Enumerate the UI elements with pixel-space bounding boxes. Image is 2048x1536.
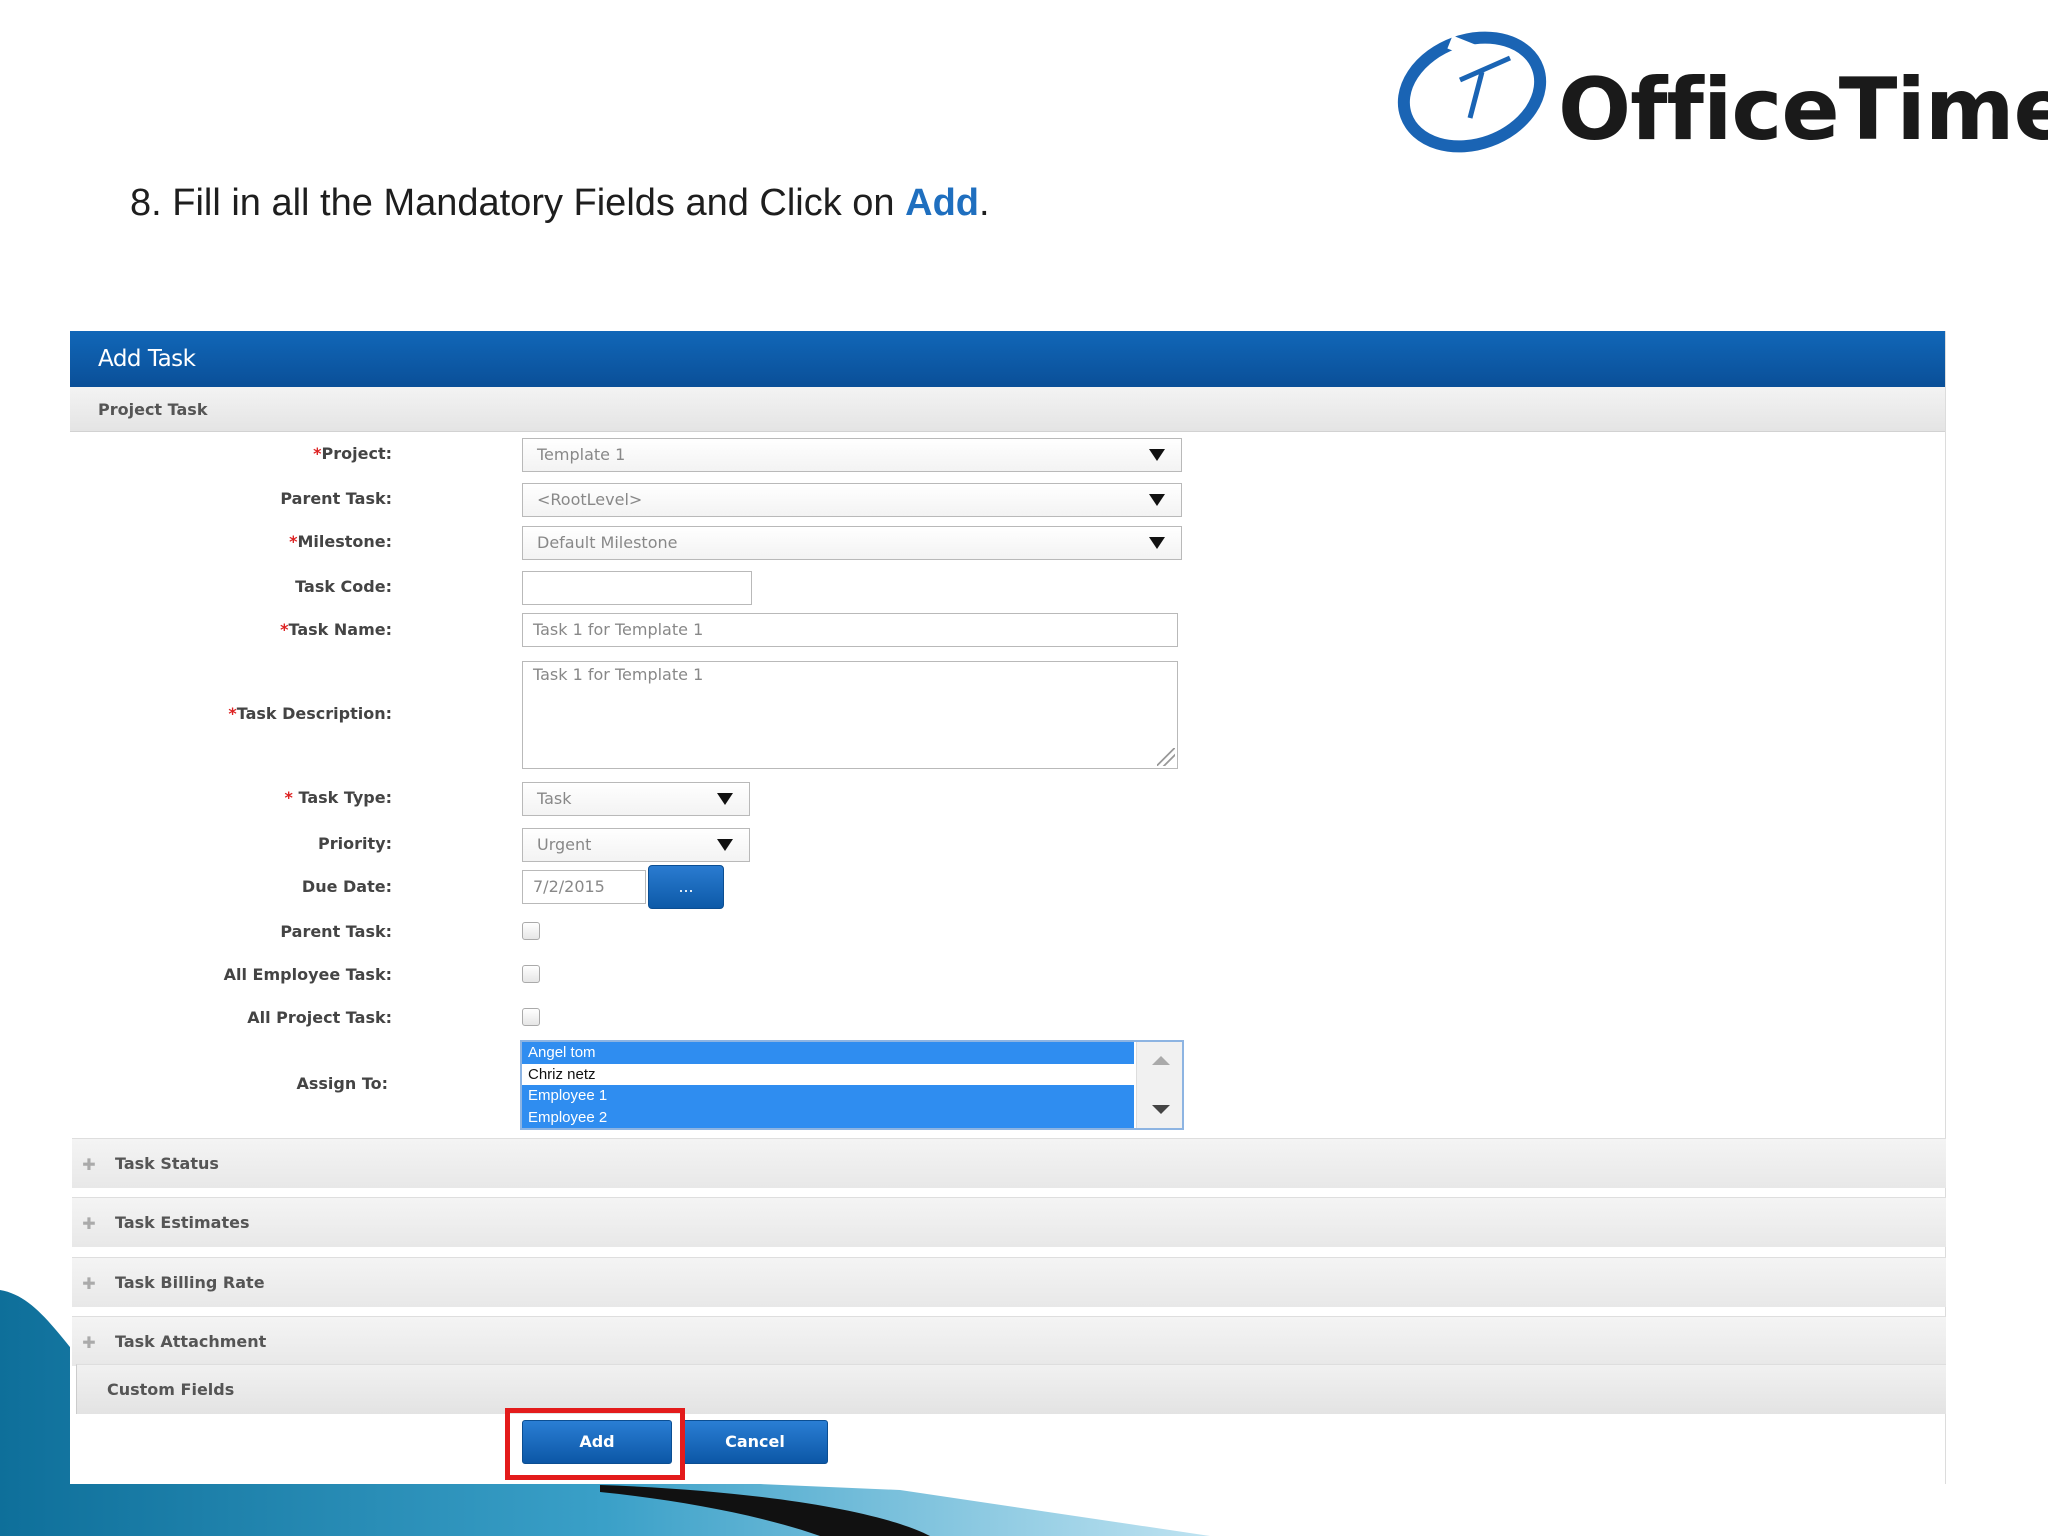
- expand-icon[interactable]: ✚: [80, 1334, 98, 1352]
- section-task-estimates[interactable]: ✚ Task Estimates: [72, 1197, 1946, 1247]
- priority-label: Priority:: [318, 834, 392, 853]
- section-title: Task Status: [115, 1154, 219, 1173]
- cancel-button[interactable]: Cancel: [682, 1420, 828, 1464]
- required-marker: *: [284, 788, 293, 807]
- due-date-input[interactable]: 7/2/2015: [522, 870, 646, 904]
- priority-select[interactable]: Urgent: [522, 828, 750, 862]
- assign-to-label: Assign To:: [296, 1074, 388, 1093]
- task-description-label-text: Task Description:: [236, 704, 392, 723]
- task-name-label: *Task Name:: [280, 620, 392, 639]
- date-picker-button[interactable]: ...: [648, 865, 724, 909]
- required-marker: *: [313, 444, 322, 463]
- task-name-input[interactable]: Task 1 for Template 1: [522, 613, 1178, 647]
- due-date-label: Due Date:: [302, 877, 392, 896]
- assign-to-label-text: Assign To:: [296, 1074, 388, 1093]
- panel-title: Add Task: [70, 331, 1945, 387]
- all-project-task-checkbox[interactable]: [522, 1008, 540, 1026]
- scroll-up-icon[interactable]: [1152, 1056, 1170, 1065]
- expand-icon[interactable]: ✚: [80, 1215, 98, 1233]
- dropdown-arrow-icon: [717, 839, 733, 851]
- task-code-label: Task Code:: [295, 577, 392, 596]
- logo-text: OfficeTimer: [1558, 60, 2048, 160]
- section-task-status[interactable]: ✚ Task Status: [72, 1138, 1946, 1188]
- parent-task-label-text: Parent Task:: [280, 489, 392, 508]
- all-project-task-label-text: All Project Task:: [247, 1008, 392, 1027]
- dropdown-arrow-icon: [717, 793, 733, 805]
- expand-icon[interactable]: ✚: [80, 1156, 98, 1174]
- task-description-label: *Task Description:: [228, 704, 392, 723]
- list-option[interactable]: Employee 2: [522, 1106, 1134, 1128]
- section-title: Custom Fields: [107, 1380, 235, 1399]
- parent-task-checkbox[interactable]: [522, 922, 540, 940]
- section-task-attachment[interactable]: ✚ Task Attachment: [72, 1316, 1946, 1366]
- due-date-value: 7/2/2015: [533, 877, 605, 896]
- all-employee-task-checkbox[interactable]: [522, 965, 540, 983]
- list-option[interactable]: Angel tom: [522, 1042, 1134, 1064]
- section-task-billing-rate[interactable]: ✚ Task Billing Rate: [72, 1257, 1946, 1307]
- task-name-value: Task 1 for Template 1: [533, 620, 704, 639]
- resize-handle-icon[interactable]: [1157, 748, 1175, 766]
- all-employee-task-label: All Employee Task:: [224, 965, 392, 984]
- due-date-label-text: Due Date:: [301, 877, 392, 896]
- add-task-panel: Add Task Project Task *Project: Template…: [70, 331, 1946, 1484]
- priority-label-text: Priority:: [318, 834, 392, 853]
- section-custom-fields[interactable]: Custom Fields: [76, 1364, 1946, 1414]
- scroll-down-icon[interactable]: [1152, 1105, 1170, 1114]
- parent-task-checkbox-label: Parent Task:: [280, 922, 392, 941]
- listbox-scrollbar[interactable]: [1136, 1042, 1182, 1128]
- task-type-label: * Task Type:: [285, 788, 392, 807]
- panel-subtitle: Project Task: [70, 387, 1945, 432]
- project-select[interactable]: Template 1: [522, 438, 1182, 472]
- milestone-label: *Milestone:: [289, 532, 392, 551]
- task-code-label-text: Task Code:: [295, 577, 392, 596]
- all-employee-task-label-text: All Employee Task:: [223, 965, 392, 984]
- milestone-select[interactable]: Default Milestone: [522, 526, 1182, 560]
- priority-value: Urgent: [537, 835, 592, 854]
- parent-task-select[interactable]: <RootLevel>: [522, 483, 1182, 517]
- section-title: Task Billing Rate: [115, 1273, 265, 1292]
- required-marker: *: [280, 620, 289, 639]
- section-title: Task Estimates: [115, 1213, 250, 1232]
- add-button[interactable]: Add: [522, 1420, 672, 1464]
- project-label: *Project:: [313, 444, 392, 463]
- instruction-highlight: Add: [905, 182, 979, 224]
- task-code-input[interactable]: [522, 571, 752, 605]
- parent-task-label: Parent Task:: [280, 489, 392, 508]
- project-label-text: Project:: [321, 444, 392, 463]
- task-name-label-text: Task Name:: [288, 620, 393, 639]
- officetimer-logo: OfficeTimer: [1390, 22, 2048, 162]
- dropdown-arrow-icon: [1149, 537, 1165, 549]
- milestone-value: Default Milestone: [537, 533, 678, 552]
- task-type-label-text: Task Type:: [292, 788, 392, 807]
- milestone-label-text: Milestone:: [297, 532, 392, 551]
- clock-swoosh-icon: [1397, 31, 1547, 153]
- parent-task-checkbox-label-text: Parent Task:: [280, 922, 392, 941]
- list-option[interactable]: Employee 1: [522, 1085, 1134, 1107]
- task-type-select[interactable]: Task: [522, 782, 750, 816]
- required-marker: *: [228, 704, 237, 723]
- list-option[interactable]: Chriz netz: [522, 1064, 1134, 1086]
- all-project-task-label: All Project Task:: [247, 1008, 392, 1027]
- instruction-suffix: .: [979, 182, 990, 224]
- instruction-prefix: 8. Fill in all the Mandatory Fields and …: [130, 182, 906, 224]
- task-description-textarea[interactable]: Task 1 for Template 1: [522, 661, 1178, 769]
- dropdown-arrow-icon: [1149, 449, 1165, 461]
- assign-to-listbox[interactable]: Angel tom Chriz netz Employee 1 Employee…: [520, 1040, 1184, 1130]
- instruction-text: 8. Fill in all the Mandatory Fields and …: [130, 182, 990, 225]
- task-description-value: Task 1 for Template 1: [533, 665, 704, 684]
- expand-icon[interactable]: ✚: [80, 1275, 98, 1293]
- dropdown-arrow-icon: [1149, 494, 1165, 506]
- task-type-value: Task: [537, 789, 572, 808]
- parent-task-value: <RootLevel>: [537, 490, 643, 509]
- section-title: Task Attachment: [115, 1332, 267, 1351]
- project-value: Template 1: [537, 445, 626, 464]
